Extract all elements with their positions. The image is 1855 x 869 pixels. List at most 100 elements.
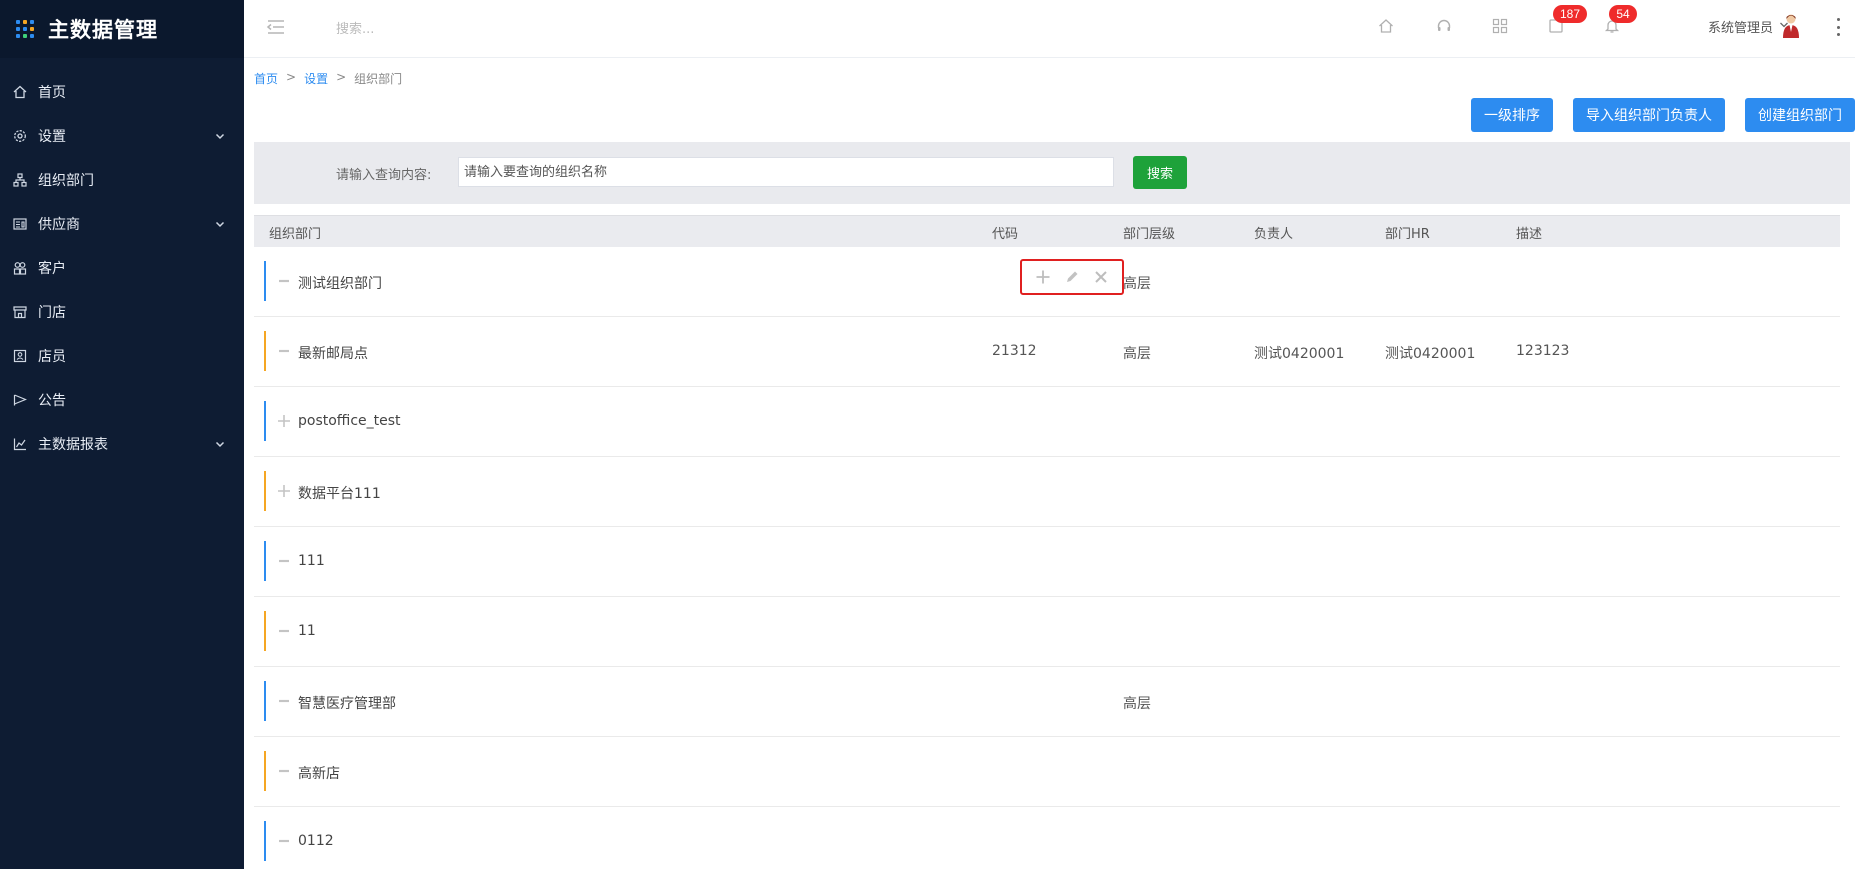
table-row[interactable]: 最新邮局点 21312 高层 测试0420001 测试0420001 12312… — [254, 317, 1840, 387]
sidebar-item-reports[interactable]: 主数据报表 — [0, 422, 244, 466]
create-org-button[interactable]: 创建组织部门 — [1745, 98, 1855, 132]
home-icon — [12, 84, 28, 100]
column-header-owner: 负责人 — [1254, 227, 1294, 242]
expand-icon[interactable] — [276, 413, 292, 429]
app-title: 主数据管理 — [48, 18, 158, 42]
sort-button[interactable]: 一级排序 — [1471, 98, 1553, 132]
collapse-icon[interactable] — [276, 763, 292, 779]
breadcrumb-separator: > — [336, 70, 347, 84]
user-name: 系统管理员 — [1707, 21, 1773, 36]
column-header-desc: 描述 — [1516, 227, 1543, 242]
sidebar-item-settings[interactable]: 设置 — [0, 114, 244, 158]
menu-collapse-icon[interactable] — [266, 17, 286, 37]
topbar: 187 54 系统管理员 — [244, 0, 1855, 58]
delete-icon[interactable] — [1092, 268, 1110, 286]
sidebar-item-store[interactable]: 门店 — [0, 290, 244, 334]
table-row[interactable]: 测试组织部门 高层 — [254, 247, 1840, 317]
org-search-input[interactable] — [458, 157, 1114, 187]
org-level: 高层 — [1123, 346, 1151, 362]
messages-badge: 187 — [1553, 5, 1587, 23]
announcement-icon — [12, 392, 28, 408]
sidebar: 主数据管理 首页 设置 组织部门 供应商 客户 门店 店员 公告 主数据报表 — [0, 0, 244, 869]
row-level-bar — [264, 261, 266, 301]
apps-grid-icon[interactable] — [1490, 16, 1510, 36]
row-level-bar — [264, 401, 266, 441]
org-level: 高层 — [1123, 276, 1151, 292]
sidebar-item-announcement[interactable]: 公告 — [0, 378, 244, 422]
add-icon[interactable] — [1034, 268, 1052, 286]
headset-icon[interactable] — [1434, 16, 1454, 36]
gear-icon — [12, 128, 28, 144]
sidebar-item-clerk[interactable]: 店员 — [0, 334, 244, 378]
column-header-code: 代码 — [992, 227, 1019, 242]
table-row[interactable]: 0112 — [254, 807, 1840, 869]
avatar[interactable] — [1779, 13, 1803, 39]
page-actions: 一级排序 导入组织部门负责人 创建组织部门 — [1451, 98, 1855, 132]
table-row[interactable]: 111 — [254, 527, 1840, 597]
sidebar-item-customer[interactable]: 客户 — [0, 246, 244, 290]
sidebar-item-label: 公告 — [38, 393, 66, 409]
org-hr: 测试0420001 — [1385, 346, 1476, 362]
row-level-bar — [264, 611, 266, 651]
table-row[interactable]: 智慧医疗管理部 高层 — [254, 667, 1840, 737]
column-header-hr: 部门HR — [1385, 227, 1430, 242]
more-vertical-icon[interactable] — [1835, 18, 1841, 36]
sidebar-item-label: 客户 — [38, 261, 66, 277]
user-menu[interactable]: 系统管理员 — [1708, 17, 1789, 36]
clerk-icon — [12, 348, 28, 364]
column-header-name: 组织部门 — [269, 227, 322, 242]
collapse-icon[interactable] — [276, 343, 292, 359]
org-name: 数据平台111 — [298, 486, 381, 502]
collapse-icon[interactable] — [276, 833, 292, 849]
org-table-body: 测试组织部门 高层 最新邮局点 21312 高层 测试0420001 测试042… — [254, 247, 1840, 869]
org-name: 测试组织部门 — [298, 276, 382, 292]
app-grid-logo-icon — [16, 20, 34, 38]
breadcrumb-home[interactable]: 首页 — [254, 70, 278, 87]
table-header: 组织部门 代码 部门层级 负责人 部门HR 描述 — [254, 215, 1840, 247]
row-level-bar — [264, 681, 266, 721]
supplier-icon — [12, 216, 28, 232]
breadcrumb-settings[interactable]: 设置 — [304, 70, 328, 87]
chart-icon — [12, 436, 28, 452]
expand-icon[interactable] — [276, 483, 292, 499]
chevron-down-icon — [214, 218, 226, 230]
org-name: 最新邮局点 — [298, 346, 368, 362]
table-row[interactable]: 11 — [254, 597, 1840, 667]
row-level-bar — [264, 541, 266, 581]
breadcrumb-current: 组织部门 — [354, 72, 403, 86]
collapse-icon[interactable] — [276, 623, 292, 639]
bell-icon[interactable]: 54 — [1602, 5, 1637, 36]
chevron-down-icon — [214, 438, 226, 450]
brand: 主数据管理 — [0, 0, 244, 58]
row-level-bar — [264, 821, 266, 861]
table-row[interactable]: postoffice_test — [254, 387, 1840, 457]
table-row[interactable]: 高新店 — [254, 737, 1840, 807]
sidebar-item-label: 店员 — [38, 349, 66, 365]
store-icon — [12, 304, 28, 320]
row-actions — [1020, 259, 1124, 295]
org-name: 111 — [298, 553, 325, 569]
top-search-input[interactable] — [336, 16, 636, 42]
sidebar-item-label: 首页 — [38, 85, 66, 101]
column-header-level: 部门层级 — [1123, 227, 1176, 242]
edit-icon[interactable] — [1063, 268, 1081, 286]
collapse-icon[interactable] — [276, 273, 292, 289]
message-icon[interactable]: 187 — [1546, 5, 1587, 36]
collapse-icon[interactable] — [276, 693, 292, 709]
sidebar-item-supplier[interactable]: 供应商 — [0, 202, 244, 246]
org-name: 高新店 — [298, 766, 340, 782]
customer-icon — [12, 260, 28, 276]
breadcrumb-separator: > — [286, 70, 297, 84]
org-name: 0112 — [298, 833, 334, 849]
org-name: 11 — [298, 623, 316, 639]
org-name: 智慧医疗管理部 — [298, 696, 396, 712]
import-owners-button[interactable]: 导入组织部门负责人 — [1573, 98, 1725, 132]
table-row[interactable]: 数据平台111 — [254, 457, 1840, 527]
home-icon[interactable] — [1376, 16, 1396, 36]
collapse-icon[interactable] — [276, 553, 292, 569]
sidebar-item-org[interactable]: 组织部门 — [0, 158, 244, 202]
org-chart-icon — [12, 172, 28, 188]
org-code: 21312 — [992, 343, 1037, 359]
search-button[interactable]: 搜索 — [1133, 156, 1187, 189]
sidebar-item-home[interactable]: 首页 — [0, 70, 244, 114]
